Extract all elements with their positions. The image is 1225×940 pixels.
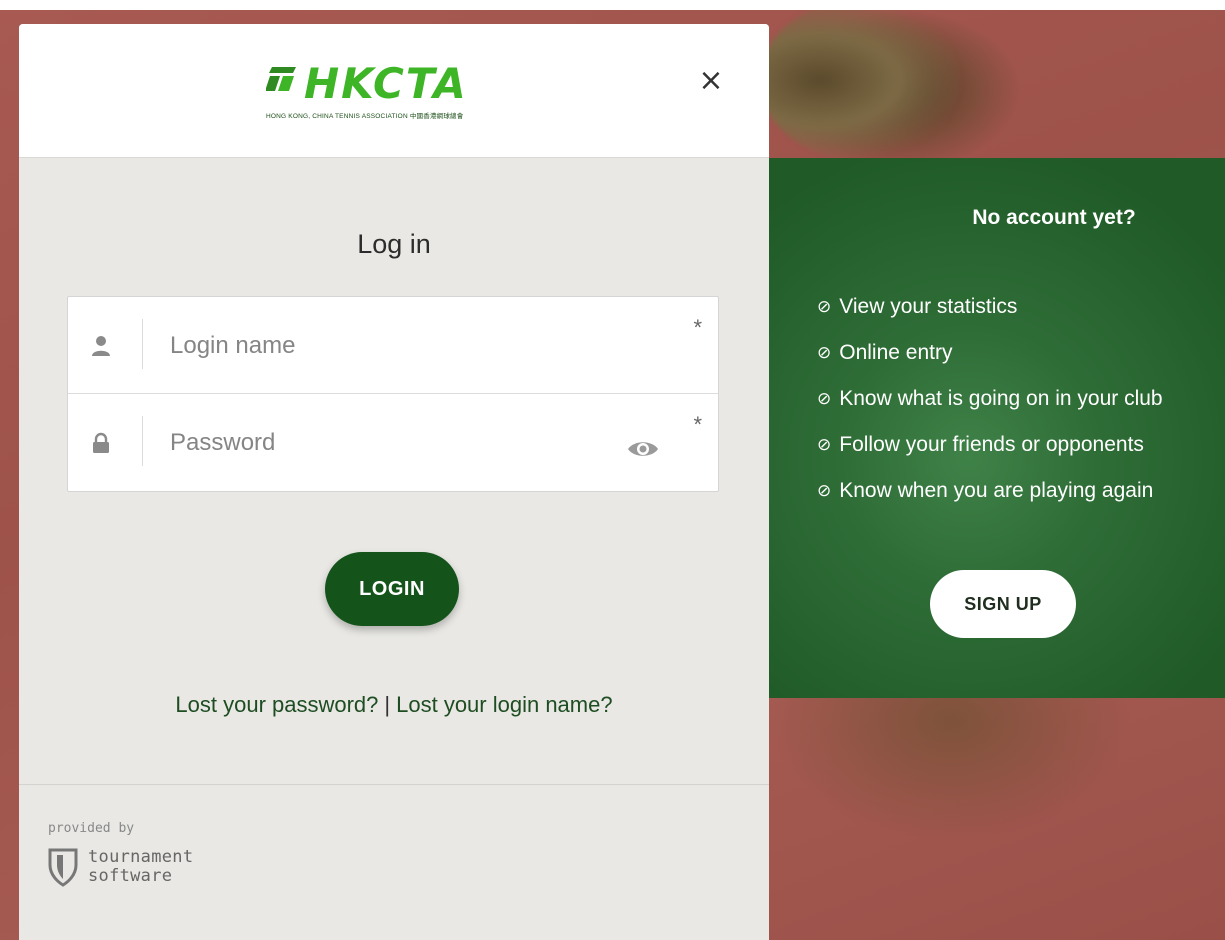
benefit-item: ⊘ Know what is going on in your club <box>817 376 1163 422</box>
required-marker: * <box>693 315 702 340</box>
login-title: Log in <box>357 229 431 259</box>
field-divider <box>142 416 143 466</box>
user-icon <box>90 333 112 359</box>
logo-mark: HKCTA <box>265 59 526 108</box>
lost-password-link[interactable]: Lost your password? <box>175 692 378 717</box>
login-name-field: * <box>68 297 718 394</box>
check-circle-icon: ⊘ <box>817 297 832 317</box>
hkcta-logo[interactable]: HKCTA HONG KONG, CHINA TENNIS ASSOCIATIO… <box>265 59 526 122</box>
check-circle-icon: ⊘ <box>817 389 832 409</box>
brand-line-1: tournament <box>88 847 194 867</box>
login-button[interactable]: LOGIN <box>325 552 459 626</box>
signup-heading: No account yet? <box>972 206 1136 229</box>
benefit-item: ⊘ Follow your friends or opponents <box>817 422 1163 468</box>
top-strip <box>0 0 1225 10</box>
benefit-item: ⊘ View your statistics <box>817 284 1163 330</box>
benefits-list: ⊘ View your statistics ⊘ Online entry ⊘ Kno… <box>817 284 1163 514</box>
brand-line-2: software <box>88 866 173 886</box>
check-circle-icon: ⊘ <box>817 481 832 501</box>
tournament-software-logo[interactable]: tournament software <box>48 847 193 887</box>
background-tennis-ball <box>760 0 960 160</box>
modal-footer: provided by tournament software <box>19 784 769 940</box>
lost-login-name-link[interactable]: Lost your login name? <box>396 692 612 717</box>
benefit-text: View your statistics <box>839 295 1018 318</box>
benefit-item: ⊘ Online entry <box>817 330 1163 376</box>
lock-icon <box>90 430 112 456</box>
recovery-links: Lost your password? | Lost your login name… <box>19 692 769 718</box>
provided-by-label: provided by <box>48 821 135 836</box>
benefit-text: Online entry <box>839 341 953 364</box>
login-name-input[interactable] <box>170 323 610 369</box>
field-divider <box>142 319 143 369</box>
check-circle-icon: ⊘ <box>817 435 832 455</box>
check-circle-icon: ⊘ <box>817 343 832 363</box>
close-icon: × <box>698 63 724 98</box>
benefit-item: ⊘ Know when you are playing again <box>817 468 1163 514</box>
logo-tagline: HONG KONG, CHINA TENNIS ASSOCIATION 中國香港… <box>266 113 464 120</box>
logo-emblem-icon <box>265 62 300 106</box>
logo-acronym: HKCTA <box>304 59 468 108</box>
benefit-text: Know when you are playing again <box>839 479 1154 502</box>
link-separator: | <box>384 692 391 717</box>
tournament-software-shield-icon <box>48 847 78 887</box>
password-input[interactable] <box>170 420 610 466</box>
close-button[interactable]: × <box>696 66 726 96</box>
eye-icon[interactable] <box>626 438 660 460</box>
signup-panel: No account yet? ⊘ View your statistics ⊘ O… <box>769 158 1225 698</box>
modal-header: HKCTA HONG KONG, CHINA TENNIS ASSOCIATIO… <box>19 24 769 158</box>
login-modal: HKCTA HONG KONG, CHINA TENNIS ASSOCIATIO… <box>19 24 769 940</box>
password-field: * <box>68 394 718 491</box>
login-form: * * <box>67 296 719 492</box>
signup-button[interactable]: SIGN UP <box>930 570 1076 638</box>
benefit-text: Follow your friends or opponents <box>839 433 1144 456</box>
benefit-text: Know what is going on in your club <box>839 387 1163 410</box>
required-marker: * <box>693 412 702 437</box>
